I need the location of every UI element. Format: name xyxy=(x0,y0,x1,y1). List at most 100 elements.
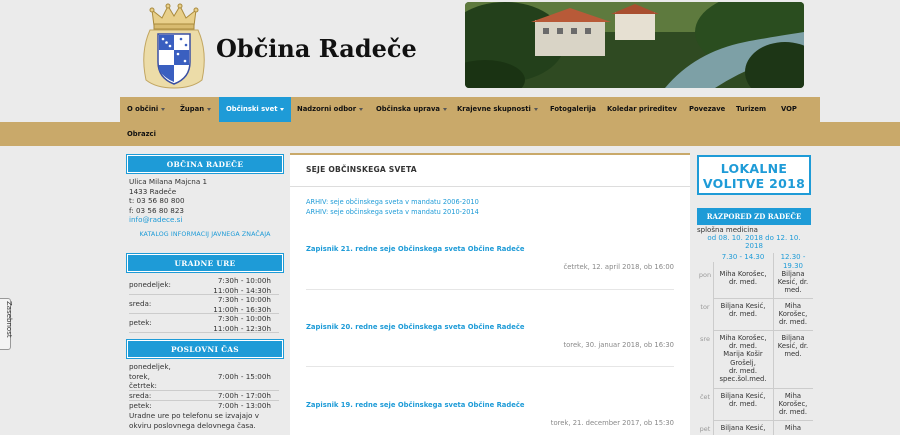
doctor-line: Miha Korošec, xyxy=(719,334,767,342)
doctor-line: dr. med. xyxy=(728,310,758,319)
uradne-ure-heading: URADNE URE xyxy=(126,253,284,273)
divider xyxy=(713,388,813,389)
zd-doctor-afternoon: Biljana Kesić, dr. med. xyxy=(773,270,813,295)
archive-link-2010[interactable]: ARHIV: seje občinskega sveta v mandatu 2… xyxy=(306,208,479,216)
doctor-line: Miha xyxy=(784,392,802,400)
caret-down-icon xyxy=(359,107,364,111)
nav-item-povezave[interactable]: Povezave xyxy=(682,97,732,122)
privacy-tab-label: Zasebnost xyxy=(5,301,13,338)
zd-doctor-morning: Biljana Kesić, xyxy=(713,424,773,432)
divider xyxy=(290,186,690,187)
caret-down-icon xyxy=(533,107,538,111)
nav-item-koledar-prireditev[interactable]: Koledar prireditev xyxy=(600,97,684,122)
time-range: 7:00h - 17:00h xyxy=(217,391,271,400)
day-label: petek: xyxy=(129,318,152,327)
zd-date-range: od 08. 10. 2018 do 12. 10. 2018 xyxy=(697,234,811,250)
nav-item-fotogalerija[interactable]: Fotogalerija xyxy=(543,97,603,122)
doctor-line: dr. med. xyxy=(778,318,808,327)
main-content: SEJE OBČINSKEGA SVETA ARHIV: seje občins… xyxy=(290,153,690,435)
zd-doctor-morning: Miha Korošec, dr. med. Marija Košir Grošelj… xyxy=(713,334,773,383)
caret-down-icon xyxy=(443,107,448,111)
table-row: ponedeljek: 7:30h - 10:00h 11:00h - 14:30… xyxy=(129,276,279,295)
doctor-line: Biljana Kesić, xyxy=(720,302,766,310)
nav-item-o-občini[interactable]: O občini xyxy=(120,97,172,122)
zd-doctor-morning: Biljana Kesić, dr. med. xyxy=(713,392,773,408)
site-header: Občina Radeče xyxy=(0,0,900,97)
divider xyxy=(713,330,813,331)
zd-specialty: splošna medicina xyxy=(697,226,758,234)
coat-of-arms-logo[interactable] xyxy=(136,2,212,90)
table-row: sreda: 7:30h - 10:00h 11:00h - 16:30h xyxy=(129,295,279,314)
caret-down-icon xyxy=(280,107,285,111)
shift-morning: 7.30 - 14.30 xyxy=(721,253,765,261)
doctor-line: Biljana xyxy=(781,334,805,342)
zd-doctor-afternoon: Miha xyxy=(773,424,813,432)
shift-line: 19.30 xyxy=(782,261,804,270)
email-link[interactable]: info@radece.si xyxy=(129,215,182,224)
nav-item-krajevne-skupnosti[interactable]: Krajevne skupnosti xyxy=(450,97,545,122)
divider xyxy=(713,420,813,421)
nav-item-label: Krajevne skupnosti xyxy=(457,105,531,113)
left-sidebar: OBČINA RADEČE xyxy=(126,154,284,174)
nav-item-label: Turizem xyxy=(736,105,767,113)
record-title-19[interactable]: Zapisnik 19. redne seje Občinskega sveta… xyxy=(306,401,525,409)
zd-doctor-afternoon: Biljana Kesić, dr. med. xyxy=(773,334,813,359)
nav-item-turizem[interactable]: Turizem xyxy=(729,97,773,122)
table-row: ponedeljek, torek, četrtek: 7:00h - 15:0… xyxy=(129,362,279,391)
site-title[interactable]: Občina Radeče xyxy=(216,34,417,63)
nav-item-label: Obrazci xyxy=(127,130,156,138)
nav-item-label: Občinski svet xyxy=(226,105,278,113)
day-label: sreda: xyxy=(129,299,152,308)
nav-item-občinska-uprava[interactable]: Občinska uprava xyxy=(369,97,454,122)
note-text: okviru poslovnega delovnega časa. xyxy=(129,420,256,430)
doctor-line: Biljana xyxy=(781,270,805,278)
note-text: Uradne ure po telefonu se izvajajo v xyxy=(129,411,259,420)
day-label: ponedeljek, xyxy=(129,362,171,371)
privacy-tab[interactable]: Zasebnost xyxy=(0,298,13,350)
fax-number: f: 03 56 80 823 xyxy=(129,205,184,215)
nav-item-župan[interactable]: Župan xyxy=(173,97,218,122)
record-title-21[interactable]: Zapisnik 21. redne seje Občinskega sveta… xyxy=(306,245,525,253)
doctor-line: Marija Košir xyxy=(723,350,763,359)
caret-down-icon xyxy=(207,107,212,111)
doctor-line: med. xyxy=(784,286,802,295)
shift-afternoon: 12.30 - 19.30 xyxy=(773,253,813,270)
nav-item-label: VOP xyxy=(781,105,797,113)
archive-link-2006[interactable]: ARHIV: seje občinskega sveta v mandatu 2… xyxy=(306,198,479,206)
zd-schedule-heading: RAZPORED ZD RADEČE xyxy=(697,208,811,225)
obcina-panel-heading: OBČINA RADEČE xyxy=(126,154,284,174)
zd-doctor-afternoon: Miha Korošec, dr. med. xyxy=(773,392,813,417)
phone-number: t: 03 56 80 800 xyxy=(129,196,185,205)
doctor-line: med. xyxy=(784,350,802,359)
doctor-line: dr. med. xyxy=(728,278,758,287)
banner-line: VOLITVE 2018 xyxy=(702,176,806,191)
katalog-link[interactable]: KATALOG INFORMACIJ JAVNEGA ZNAČAJA xyxy=(127,231,283,238)
nav-item-label: Župan xyxy=(180,105,205,113)
table-row: petek: 7:00h - 13:00h xyxy=(129,401,279,411)
banner-line: LOKALNE xyxy=(720,161,788,176)
day-label: ponedeljek: xyxy=(129,280,171,289)
zd-doctor-morning: Biljana Kesić, dr. med. xyxy=(713,302,773,318)
doctor-line: Miha xyxy=(784,424,802,432)
doctor-line: Biljana Kesić, xyxy=(720,392,766,400)
shift-line: 12.30 - xyxy=(780,253,806,261)
day-label: četrtek: xyxy=(129,381,157,390)
nav-item-obrazci[interactable]: Obrazci xyxy=(120,122,163,147)
nav-item-vop[interactable]: VOP xyxy=(774,97,804,122)
doctor-line: spec.šol.med. xyxy=(719,375,767,384)
date-range-line: od 08. 10. 2018 do 12. 10. xyxy=(707,234,801,242)
lokalne-volitve-banner[interactable]: LOKALNE VOLITVE 2018 xyxy=(697,155,811,195)
zd-day-label: sre xyxy=(700,335,710,343)
town-photo xyxy=(465,2,804,88)
nav-item-label: Fotogalerija xyxy=(550,105,596,113)
doctor-line: dr. med. xyxy=(728,342,758,351)
address-street: Ulica Milana Majcna 1 xyxy=(129,177,208,186)
nav-item-nadzorni-odbor[interactable]: Nadzorni odbor xyxy=(290,97,370,122)
doctor-line: Miha xyxy=(784,302,802,310)
nav-item-občinski-svet[interactable]: Občinski svet xyxy=(219,97,292,122)
zd-day-label: čet xyxy=(699,393,711,401)
record-date: četrtek, 12. april 2018, ob 16:00 xyxy=(563,263,674,271)
record-title-20[interactable]: Zapisnik 20. redne seje Občinskega sveta… xyxy=(306,323,525,331)
doctor-line: dr. med. xyxy=(728,366,758,375)
table-row: sreda: 7:00h - 17:00h xyxy=(129,391,279,401)
